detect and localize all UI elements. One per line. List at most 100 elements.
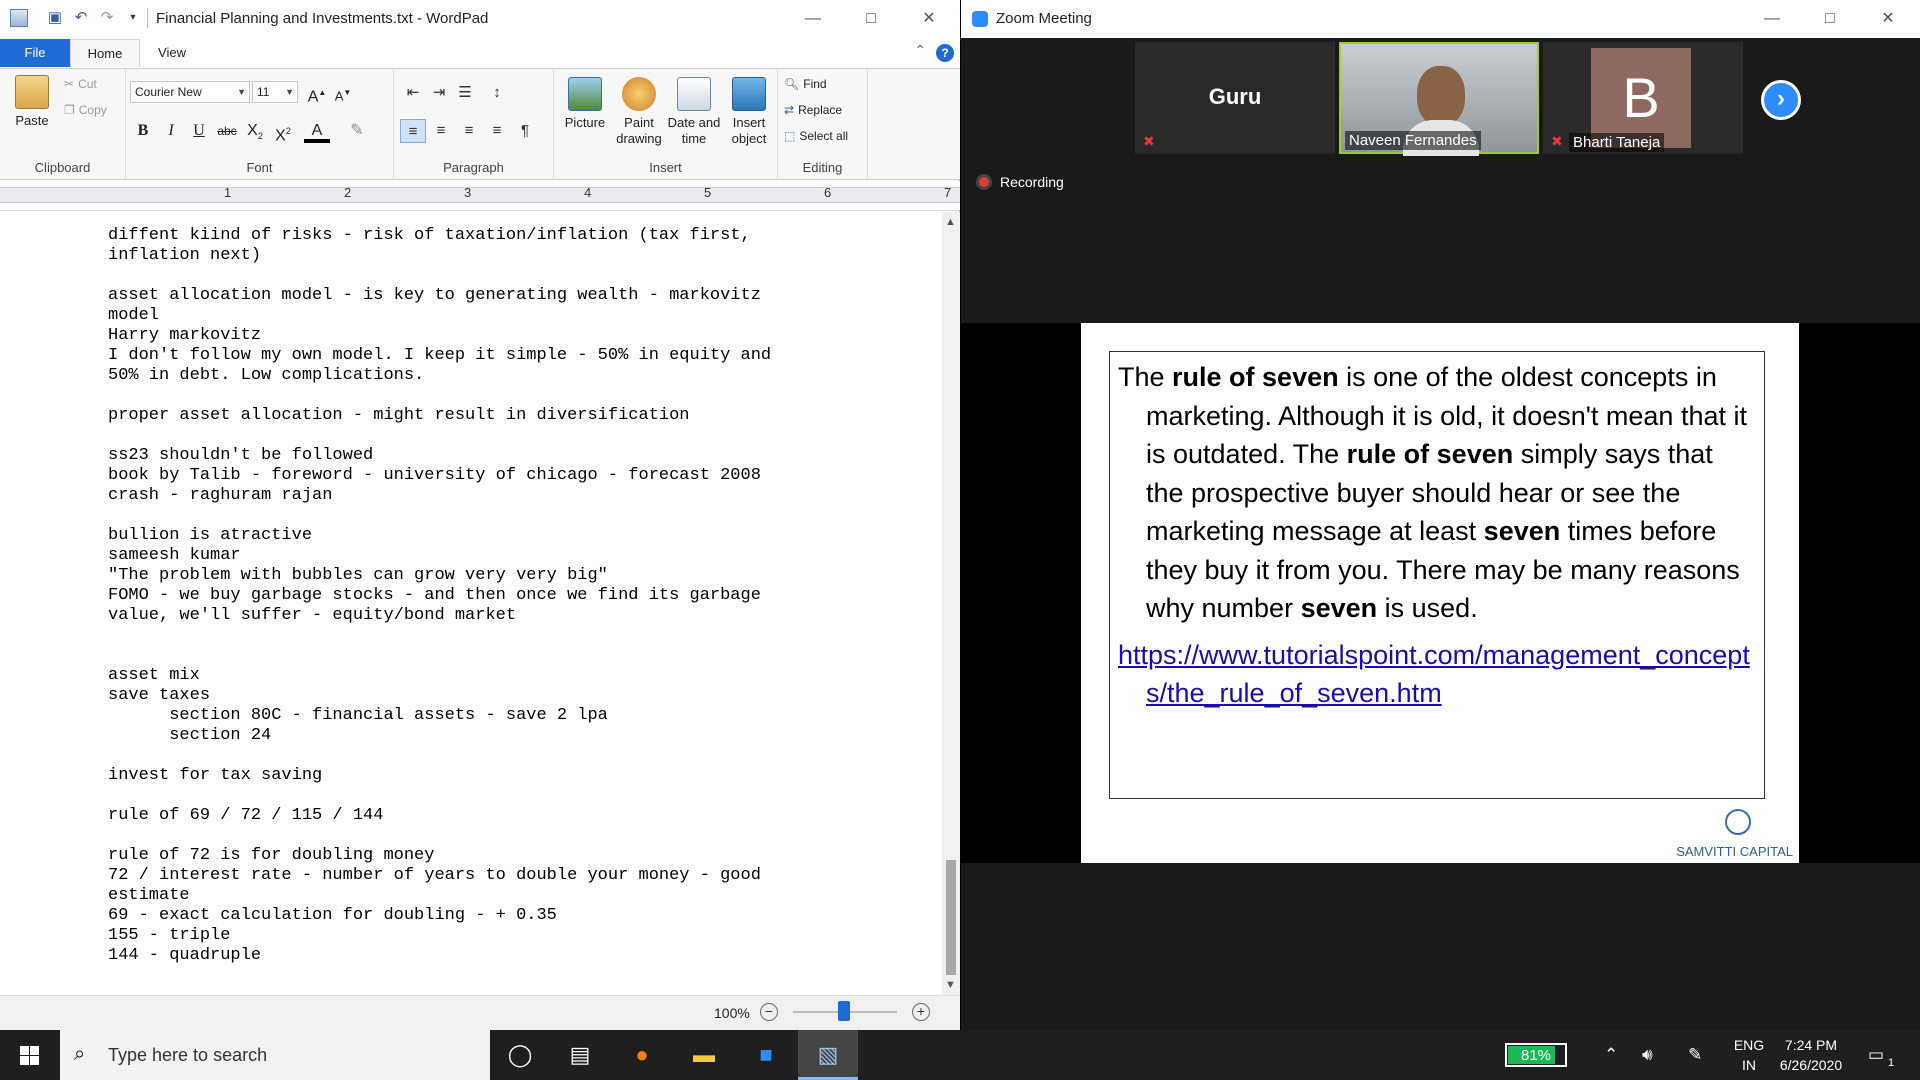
paint-drawing-button[interactable]: Paint drawing: [612, 77, 666, 147]
vertical-scrollbar[interactable]: ▲ ▼: [942, 212, 960, 995]
align-center-icon[interactable]: ≡: [428, 119, 454, 143]
insert-object-label: Insert object: [731, 115, 767, 146]
participant-tile-guru[interactable]: Guru ✖: [1135, 42, 1335, 154]
close-button[interactable]: ✕: [900, 0, 958, 38]
wordpad-taskbar-icon[interactable]: ▧: [798, 1030, 858, 1080]
titlebar-separator: [147, 8, 148, 28]
font-size-value: 11: [257, 85, 270, 99]
maximize-button[interactable]: □: [842, 0, 900, 38]
customize-toolbar-icon[interactable]: ▾: [124, 9, 142, 27]
save-icon[interactable]: ▣: [46, 9, 64, 27]
recording-indicator[interactable]: Recording: [976, 174, 1064, 190]
font-size-select[interactable]: 11 ▼: [252, 81, 298, 103]
paste-button[interactable]: Paste: [8, 75, 56, 128]
undo-icon[interactable]: ↶: [72, 9, 90, 27]
input-region[interactable]: IN: [1732, 1057, 1766, 1073]
zoom-maximize-button[interactable]: □: [1801, 0, 1859, 38]
zoom-slider-thumb[interactable]: [838, 1001, 850, 1021]
next-page-button[interactable]: ›: [1761, 80, 1801, 120]
insert-object-button[interactable]: Insert object: [722, 77, 776, 147]
bullet-list-icon[interactable]: ☰: [452, 81, 478, 105]
shrink-font-icon[interactable]: A▼: [330, 81, 356, 105]
ruler-number: 5: [704, 185, 712, 200]
paragraph-settings-icon[interactable]: ¶: [512, 119, 538, 143]
file-explorer-icon[interactable]: ▬: [674, 1030, 734, 1080]
document-text[interactable]: diffent kiind of risks - risk of taxatio…: [108, 226, 771, 966]
superscript-button[interactable]: X2: [270, 119, 296, 144]
redo-icon[interactable]: ↷: [98, 9, 116, 27]
scroll-up-icon[interactable]: ▲: [945, 216, 956, 228]
help-icon[interactable]: ?: [936, 44, 954, 62]
slide-text-bold: rule of seven: [1346, 439, 1514, 469]
windows-logo-icon: [20, 1046, 39, 1065]
zoom-minimize-button[interactable]: —: [1743, 0, 1801, 38]
cut-icon: ✂: [64, 77, 75, 91]
clipboard-group-label: Clipboard: [34, 160, 91, 175]
bold-button[interactable]: B: [130, 119, 156, 143]
input-language[interactable]: ENG: [1732, 1037, 1766, 1053]
scrollbar-thumb[interactable]: [946, 860, 956, 975]
copy-button[interactable]: ❐ Copy: [64, 103, 107, 117]
justify-icon[interactable]: ≡: [484, 119, 510, 143]
scroll-down-icon[interactable]: ▼: [945, 979, 956, 991]
text-color-button[interactable]: A: [304, 119, 330, 143]
select-all-button[interactable]: ⬚ Select all: [784, 129, 848, 143]
wordpad-app-icon[interactable]: [10, 9, 28, 27]
object-icon: [732, 77, 766, 111]
align-left-icon[interactable]: ≡: [400, 119, 426, 143]
editing-group: 🔍︎ Find ⇄ Replace ⬚ Select all Editing: [778, 69, 868, 179]
line-spacing-icon[interactable]: ↕: [484, 81, 510, 105]
find-button[interactable]: 🔍︎ Find: [784, 77, 827, 91]
cut-button[interactable]: ✂ Cut: [64, 77, 97, 91]
collapse-ribbon-icon[interactable]: ⌃: [914, 42, 926, 59]
volume-icon[interactable]: 🔊︎: [1642, 1045, 1653, 1065]
ruler[interactable]: 1 2 3 4 5 6 7: [0, 181, 960, 211]
task-view-icon[interactable]: ▤: [550, 1030, 610, 1080]
subscript-button[interactable]: X2: [242, 119, 268, 143]
pen-workspace-icon[interactable]: ✎: [1688, 1045, 1702, 1065]
cortana-icon[interactable]: ◯: [490, 1030, 550, 1080]
zoom-close-button[interactable]: ✕: [1859, 0, 1917, 38]
firefox-icon[interactable]: ●: [612, 1030, 672, 1080]
clock-date[interactable]: 6/26/2020: [1774, 1057, 1848, 1073]
decrease-indent-icon[interactable]: ⇤: [400, 81, 426, 105]
zoom-in-icon[interactable]: +: [912, 1003, 930, 1021]
zoom-taskbar-icon[interactable]: ■: [736, 1030, 796, 1080]
ruler-number: 4: [584, 185, 592, 200]
font-group: Courier New ▼ 11 ▼ A▲ A▼ B I U abc X2 X2 A…: [126, 69, 394, 179]
document-editor[interactable]: diffent kiind of risks - risk of taxatio…: [0, 212, 942, 995]
copy-label: Copy: [78, 103, 107, 117]
taskbar-search[interactable]: ⌕ Type here to search: [60, 1030, 490, 1080]
tab-home[interactable]: Home: [70, 39, 140, 67]
muted-mic-icon: ✖: [1551, 133, 1563, 149]
paragraph-group-label: Paragraph: [443, 160, 504, 175]
zoom-titlebar: Zoom Meeting — □ ✕: [961, 0, 1920, 38]
zoom-out-icon[interactable]: −: [760, 1003, 778, 1021]
show-hidden-icons-icon[interactable]: ⌃: [1604, 1045, 1618, 1065]
tab-view[interactable]: View: [140, 39, 204, 67]
battery-indicator[interactable]: 81%: [1505, 1043, 1567, 1067]
date-time-button[interactable]: Date and time: [666, 77, 722, 147]
italic-button[interactable]: I: [158, 119, 184, 143]
align-right-icon[interactable]: ≡: [456, 119, 482, 143]
grow-font-icon[interactable]: A▲: [304, 81, 330, 105]
clock-time[interactable]: 7:24 PM: [1774, 1037, 1848, 1053]
tab-file[interactable]: File: [0, 39, 70, 67]
search-icon: ⌕: [74, 1043, 86, 1065]
notifications-icon[interactable]: ▭: [1868, 1045, 1884, 1065]
strikethrough-button[interactable]: abc: [214, 119, 240, 143]
participant-tile-naveen[interactable]: Naveen Fernandes: [1339, 42, 1539, 156]
start-button[interactable]: [0, 1030, 60, 1080]
replace-label: Replace: [798, 103, 843, 117]
participant-tile-bharti[interactable]: B ✖ Bharti Taneja: [1543, 42, 1743, 154]
highlight-color-button[interactable]: ✎: [344, 119, 370, 143]
slide-link[interactable]: https://www.tutorialspoint.com/managemen…: [1118, 636, 1756, 713]
replace-button[interactable]: ⇄ Replace: [784, 103, 842, 117]
paint-drawing-label: Paint drawing: [616, 115, 662, 146]
samvitti-logo-icon: [1725, 809, 1751, 835]
underline-button[interactable]: U: [186, 119, 212, 143]
font-family-select[interactable]: Courier New ▼: [130, 81, 250, 103]
picture-button[interactable]: Picture: [558, 77, 612, 130]
minimize-button[interactable]: —: [784, 0, 842, 38]
increase-indent-icon[interactable]: ⇥: [426, 81, 452, 105]
